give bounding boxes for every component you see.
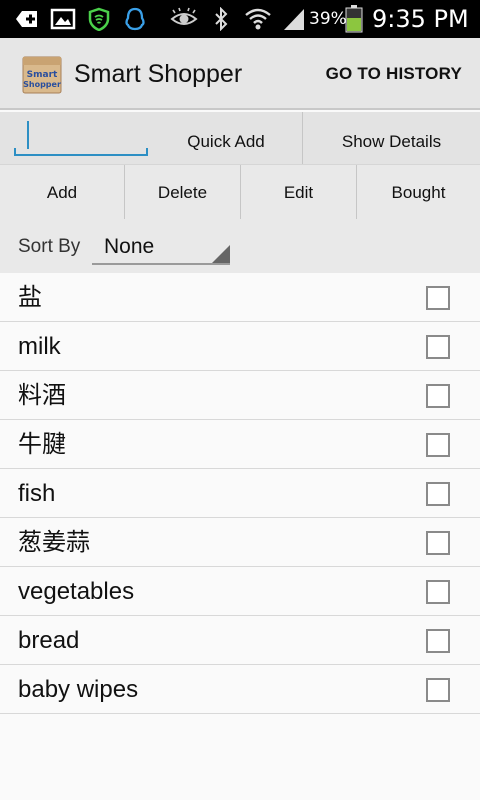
- input-underline-right: [146, 148, 148, 156]
- list-item[interactable]: milk: [0, 322, 480, 371]
- go-to-history-button[interactable]: GO TO HISTORY: [326, 38, 462, 110]
- item-checkbox[interactable]: [426, 629, 450, 653]
- shield-icon: [88, 7, 110, 31]
- list-item[interactable]: fish: [0, 469, 480, 518]
- list-item[interactable]: baby wipes: [0, 665, 480, 714]
- item-checkbox[interactable]: [426, 433, 450, 457]
- status-bar: 39% 9:35 PM: [0, 0, 480, 38]
- action-bar: Smart Shopper Smart Shopper GO TO HISTOR…: [0, 38, 480, 110]
- item-checkbox[interactable]: [426, 286, 450, 310]
- quick-add-row: Quick Add Show Details: [0, 112, 480, 164]
- item-checkbox[interactable]: [426, 678, 450, 702]
- item-name: 牛腱: [18, 431, 66, 458]
- list-item[interactable]: 料酒: [0, 371, 480, 420]
- item-name: 盐: [18, 284, 42, 311]
- bluetooth-icon: [215, 7, 228, 31]
- battery-icon: [345, 5, 363, 33]
- list-item[interactable]: vegetables: [0, 567, 480, 616]
- qq-icon: [125, 7, 145, 31]
- battery-percent: 39%: [309, 9, 347, 29]
- list-item[interactable]: bread: [0, 616, 480, 665]
- item-name: fish: [18, 480, 56, 507]
- item-name: milk: [18, 333, 61, 360]
- input-underline-left: [14, 148, 16, 156]
- dropdown-arrow-icon: [212, 245, 230, 263]
- sort-dropdown[interactable]: None: [92, 227, 230, 265]
- list-item[interactable]: 盐: [0, 273, 480, 322]
- eye-icon: [170, 7, 198, 25]
- quick-add-button[interactable]: Quick Add: [152, 112, 300, 164]
- text-cursor: [27, 121, 29, 149]
- show-details-button[interactable]: Show Details: [302, 112, 480, 164]
- item-checkbox[interactable]: [426, 384, 450, 408]
- shopping-list: 盐 milk 料酒 牛腱 fish 葱姜蒜 vegetables bread b…: [0, 273, 480, 714]
- sort-row: Sort By None: [0, 219, 480, 273]
- item-name: 料酒: [18, 382, 66, 409]
- item-name: vegetables: [18, 578, 135, 605]
- svg-text:Shopper: Shopper: [23, 80, 61, 89]
- sort-label: Sort By: [18, 236, 81, 257]
- image-icon: [50, 8, 76, 30]
- item-checkbox[interactable]: [426, 531, 450, 555]
- bought-button[interactable]: Bought: [356, 165, 480, 220]
- list-item[interactable]: 葱姜蒜: [0, 518, 480, 567]
- item-name: bread: [18, 627, 80, 654]
- app-logo-icon: Smart Shopper: [22, 56, 62, 94]
- wifi-icon: [245, 8, 271, 30]
- svg-text:Smart: Smart: [27, 70, 58, 80]
- sort-selected-value: None: [104, 235, 155, 258]
- list-item[interactable]: 牛腱: [0, 420, 480, 469]
- add-box-icon: [16, 11, 37, 27]
- delete-button[interactable]: Delete: [124, 165, 240, 220]
- action-buttons-row: Add Delete Edit Bought: [0, 164, 480, 220]
- app-title: Smart Shopper: [74, 60, 243, 88]
- item-checkbox[interactable]: [426, 335, 450, 359]
- signal-icon: [284, 9, 304, 30]
- item-checkbox[interactable]: [426, 482, 450, 506]
- item-name: baby wipes: [18, 676, 139, 703]
- clock: 9:35 PM: [372, 5, 469, 33]
- item-name: 葱姜蒜: [18, 529, 90, 556]
- edit-button[interactable]: Edit: [240, 165, 356, 220]
- add-button[interactable]: Add: [0, 165, 124, 220]
- quick-add-input[interactable]: [14, 118, 148, 156]
- item-checkbox[interactable]: [426, 580, 450, 604]
